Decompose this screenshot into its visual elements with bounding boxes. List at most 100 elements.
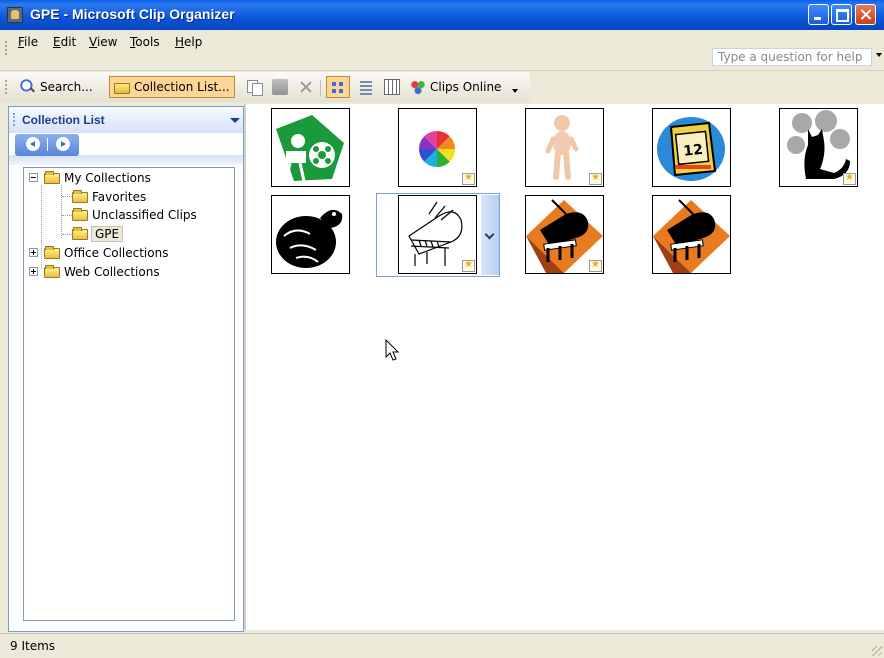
collection-list-pane: Collection List My Collections Favorites… [8, 106, 244, 632]
clip-thumbnail[interactable] [652, 195, 731, 274]
pane-header: Collection List [9, 107, 243, 133]
tree-node-label: My Collections [64, 171, 151, 185]
tree-node-gpe[interactable]: GPE [72, 225, 124, 243]
clip-thumbnail[interactable] [271, 108, 350, 187]
calendar-icon: 12 [657, 117, 725, 181]
toolbar-grip[interactable] [5, 80, 9, 94]
keyword-badge-icon [462, 172, 475, 185]
clips-online-button[interactable]: Clips Online [406, 76, 505, 98]
copy-icon [246, 79, 263, 96]
tree-line [62, 196, 72, 197]
menu-grip[interactable] [5, 41, 9, 55]
status-bar: 9 Items [0, 633, 884, 658]
title-bar: GPE - Microsoft Clip Organizer [0, 0, 884, 30]
pane-navigation [15, 134, 79, 156]
tree-line [62, 234, 72, 235]
copy-button[interactable] [242, 76, 266, 98]
delete-icon [298, 79, 314, 95]
search-button-label: Search... [40, 80, 93, 94]
pane-title: Collection List [22, 113, 105, 127]
thumbnails-icon [330, 79, 346, 95]
folder-icon [72, 189, 88, 203]
forward-icon[interactable] [56, 137, 70, 151]
back-icon[interactable] [26, 137, 40, 151]
mouse-pointer-icon [385, 339, 400, 361]
keyword-badge-icon [589, 259, 602, 272]
tree-node-office-collections[interactable]: Office Collections [44, 244, 168, 262]
folder-icon [44, 245, 60, 259]
tree-node-label: Web Collections [64, 265, 160, 279]
paste-icon [272, 79, 288, 95]
search-button[interactable]: Search... [16, 76, 97, 98]
collapse-icon[interactable] [29, 173, 38, 182]
expand-icon[interactable] [29, 267, 38, 276]
menu-bar: File Edit View Tools Help Type a questio… [0, 30, 884, 71]
menu-tools[interactable]: Tools [125, 33, 165, 53]
thumbnails-view-button[interactable] [326, 76, 350, 98]
menu-view[interactable]: View [84, 33, 122, 53]
tree-node-web-collections[interactable]: Web Collections [44, 263, 160, 281]
nav-separator [47, 138, 48, 151]
list-view-button[interactable] [354, 76, 378, 98]
pane-band [9, 155, 243, 165]
help-dropdown-icon[interactable] [876, 53, 882, 57]
tree-node-unclassified-clips[interactable]: Unclassified Clips [72, 206, 197, 224]
clip-thumbnail-selected[interactable] [398, 195, 477, 274]
svg-text:12: 12 [683, 142, 704, 160]
toolbar-separator [320, 80, 321, 96]
menu-file[interactable]: File [13, 33, 43, 53]
tree-node-favorites[interactable]: Favorites [72, 188, 146, 206]
keyword-badge-icon [843, 172, 856, 185]
window-title: GPE - Microsoft Clip Organizer [30, 6, 235, 22]
collection-list-button-label: Collection List... [134, 80, 230, 94]
collection-list-button[interactable]: Collection List... [109, 76, 235, 98]
pane-dropdown-icon[interactable] [230, 118, 240, 123]
search-icon [20, 79, 36, 95]
clips-online-label: Clips Online [430, 80, 502, 94]
help-search-input[interactable]: Type a question for help [712, 48, 872, 66]
expand-icon[interactable] [29, 248, 38, 257]
delete-button[interactable] [294, 76, 318, 98]
item-count: 9 Items [10, 639, 56, 653]
clip-thumbnail[interactable] [398, 108, 477, 187]
clip-dropdown-icon[interactable] [481, 195, 499, 275]
details-icon [384, 79, 400, 95]
clip-thumbnail[interactable] [779, 108, 858, 187]
tree-node-label: GPE [90, 226, 124, 242]
menu-edit[interactable]: Edit [48, 33, 81, 53]
clip-thumbnail[interactable]: 12 [652, 108, 731, 187]
folder-open-icon [44, 170, 60, 184]
app-icon[interactable] [7, 7, 23, 23]
tree-node-my-collections[interactable]: My Collections [44, 169, 151, 187]
tree-node-label: Office Collections [64, 246, 169, 260]
paste-button[interactable] [268, 76, 292, 98]
keyword-badge-icon [589, 172, 602, 185]
folder-icon [72, 226, 88, 240]
clip-thumbnail[interactable] [271, 195, 350, 274]
collection-tree[interactable]: My Collections Favorites Unclassified Cl… [23, 167, 235, 621]
tree-node-label: Favorites [92, 190, 147, 204]
maximize-button[interactable] [831, 4, 852, 25]
tree-line [62, 215, 72, 216]
resize-grip-icon[interactable] [872, 646, 882, 656]
list-icon [358, 79, 374, 95]
pane-grip[interactable] [13, 113, 17, 126]
clip-thumbnail[interactable] [525, 108, 604, 187]
tree-line [61, 185, 62, 238]
folder-icon [72, 207, 88, 221]
toolbar-options-icon[interactable] [512, 89, 518, 93]
menu-help[interactable]: Help [170, 33, 207, 53]
tree-line [41, 185, 42, 269]
keyword-badge-icon [462, 259, 475, 272]
tree-node-label: Unclassified Clips [92, 208, 197, 222]
standard-toolbar: Search... Collection List... Clips Onlin… [0, 72, 530, 102]
minimize-button[interactable] [808, 4, 829, 25]
folder-icon [114, 83, 130, 94]
close-button[interactable] [855, 4, 876, 25]
turtle-icon [276, 209, 343, 268]
folder-icon [44, 264, 60, 278]
details-view-button[interactable] [380, 76, 404, 98]
clip-thumbnail[interactable] [525, 195, 604, 274]
film-projector-icon [276, 115, 344, 182]
grand-piano-icon [653, 199, 730, 273]
